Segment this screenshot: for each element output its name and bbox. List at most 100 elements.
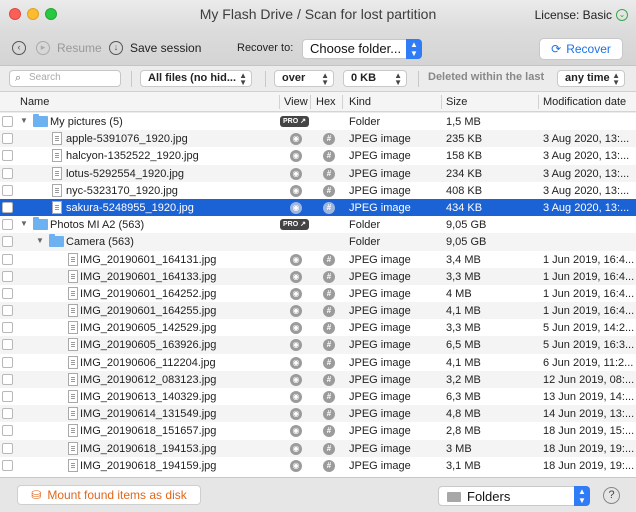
- hex-icon[interactable]: #: [323, 287, 335, 300]
- help-button[interactable]: ?: [603, 487, 620, 504]
- mount-as-disk-button[interactable]: ⛁ Mount found items as disk: [17, 485, 201, 505]
- row-checkbox[interactable]: [2, 305, 13, 317]
- row-checkbox[interactable]: [2, 253, 13, 265]
- eye-icon[interactable]: ◉: [290, 167, 302, 180]
- column-view[interactable]: View: [284, 96, 308, 108]
- size-operator-select[interactable]: over ▲ ▼: [274, 70, 334, 87]
- row-checkbox[interactable]: [2, 167, 13, 179]
- column-hex[interactable]: Hex: [316, 96, 336, 108]
- eye-icon[interactable]: ◉: [290, 133, 302, 146]
- table-row[interactable]: IMG_20190601_164131.jpg ◉ # JPEG image 3,4 M…: [0, 251, 636, 268]
- table-row[interactable]: IMG_20190601_164255.jpg ◉ # JPEG image 4,1 M…: [0, 302, 636, 320]
- eye-icon[interactable]: ◉: [290, 356, 302, 369]
- column-kind[interactable]: Kind: [349, 96, 371, 108]
- back-icon[interactable]: ‹: [12, 41, 26, 55]
- table-row[interactable]: IMG_20190606_112204.jpg ◉ # JPEG image 4,1 M…: [0, 354, 636, 371]
- hex-icon[interactable]: #: [323, 270, 335, 283]
- table-row[interactable]: IMG_20190613_140329.jpg ◉ # JPEG image 6,3 M…: [0, 388, 636, 405]
- column-divider[interactable]: [279, 95, 280, 109]
- row-checkbox[interactable]: [2, 133, 13, 145]
- folder-row[interactable]: ▼ Camera (563) Folder 9,05 GB: [0, 233, 636, 251]
- hex-icon[interactable]: #: [323, 150, 335, 163]
- chevron-down-icon[interactable]: ⌄: [616, 9, 628, 21]
- row-checkbox[interactable]: [2, 201, 13, 213]
- row-checkbox[interactable]: [2, 236, 13, 248]
- recover-button[interactable]: ⟳ Recover: [539, 38, 623, 60]
- table-row[interactable]: IMG_20190618_194159.jpg ◉ # JPEG image 3,1 M…: [0, 457, 636, 474]
- column-divider[interactable]: [441, 95, 442, 109]
- table-row[interactable]: lotus-5292554_1920.jpg ◉ # JPEG image 234 KB…: [0, 164, 636, 182]
- table-row[interactable]: IMG_20190605_142529.jpg ◉ # JPEG image 3,3 M…: [0, 319, 636, 336]
- search-input[interactable]: ⌕ Search: [9, 70, 121, 87]
- eye-icon[interactable]: ◉: [290, 442, 302, 455]
- license-status[interactable]: License: Basic ⌄: [535, 8, 628, 22]
- table-row[interactable]: IMG_20190605_163926.jpg ◉ # JPEG image 6,5 M…: [0, 336, 636, 354]
- table-row[interactable]: IMG_20190618_194153.jpg ◉ # JPEG image 3 MB 1…: [0, 439, 636, 457]
- hex-icon[interactable]: #: [323, 408, 335, 421]
- column-divider[interactable]: [342, 95, 343, 109]
- hex-icon[interactable]: #: [323, 133, 335, 146]
- table-row[interactable]: sakura-5248955_1920.jpg ◉ # JPEG image 434 K…: [0, 198, 636, 217]
- table-row[interactable]: IMG_20190612_083123.jpg ◉ # JPEG image 3,2 M…: [0, 370, 636, 388]
- hex-icon[interactable]: #: [323, 305, 335, 318]
- hex-icon[interactable]: #: [323, 184, 335, 197]
- row-checkbox[interactable]: [2, 459, 13, 471]
- row-checkbox[interactable]: [2, 322, 13, 334]
- pro-badge[interactable]: PRO ↗: [280, 116, 309, 127]
- eye-icon[interactable]: ◉: [290, 459, 302, 472]
- row-checkbox[interactable]: [2, 184, 13, 196]
- table-row[interactable]: halcyon-1352522_1920.jpg ◉ # JPEG image 158 …: [0, 147, 636, 164]
- column-divider[interactable]: [310, 95, 311, 109]
- row-checkbox[interactable]: [2, 408, 13, 420]
- size-value-select[interactable]: 0 KB ▲ ▼: [343, 70, 407, 87]
- row-checkbox[interactable]: [2, 442, 13, 454]
- row-checkbox[interactable]: [2, 373, 13, 385]
- column-size[interactable]: Size: [446, 96, 467, 108]
- download-icon[interactable]: ↓: [109, 41, 123, 55]
- hex-icon[interactable]: #: [323, 339, 335, 352]
- column-modified[interactable]: Modification date: [543, 96, 626, 108]
- folder-row[interactable]: ▼ Photos MI A2 (563) PRO ↗ Folder 9,05 GB: [0, 216, 636, 233]
- hex-icon[interactable]: #: [323, 442, 335, 455]
- row-checkbox[interactable]: [2, 425, 13, 437]
- row-checkbox[interactable]: [2, 116, 13, 127]
- table-row[interactable]: nyc-5323170_1920.jpg ◉ # JPEG image 408 KB 3 …: [0, 182, 636, 199]
- pro-badge[interactable]: PRO ↗: [280, 219, 309, 231]
- eye-icon[interactable]: ◉: [290, 408, 302, 421]
- eye-icon[interactable]: ◉: [290, 305, 302, 318]
- row-checkbox[interactable]: [2, 150, 13, 162]
- row-checkbox[interactable]: [2, 219, 13, 231]
- hex-icon[interactable]: #: [323, 373, 335, 386]
- recover-destination-select[interactable]: Choose folder... ▲ ▼: [302, 39, 422, 59]
- eye-icon[interactable]: ◉: [290, 322, 302, 335]
- hex-icon[interactable]: #: [323, 425, 335, 438]
- eye-icon[interactable]: ◉: [290, 270, 302, 283]
- disclosure-triangle-icon[interactable]: ▼: [20, 116, 28, 125]
- hex-icon[interactable]: #: [323, 201, 335, 214]
- table-row[interactable]: IMG_20190601_164133.jpg ◉ # JPEG image 3,3 M…: [0, 267, 636, 285]
- eye-icon[interactable]: ◉: [290, 391, 302, 403]
- hex-icon[interactable]: #: [323, 459, 335, 472]
- eye-icon[interactable]: ◉: [290, 253, 302, 266]
- eye-icon[interactable]: ◉: [290, 150, 302, 163]
- view-mode-select[interactable]: Folders ▲ ▼: [438, 486, 590, 506]
- column-divider[interactable]: [538, 95, 539, 109]
- save-session-button[interactable]: Save session: [130, 41, 201, 55]
- table-row[interactable]: IMG_20190614_131549.jpg ◉ # JPEG image 4,8 M…: [0, 405, 636, 423]
- hex-icon[interactable]: #: [323, 167, 335, 180]
- folder-row[interactable]: ▼ My pictures (5) PRO ↗ Folder 1,5 MB: [0, 113, 636, 130]
- disclosure-triangle-icon[interactable]: ▼: [36, 236, 44, 245]
- table-row[interactable]: apple-5391076_1920.jpg ◉ # JPEG image 235 KB…: [0, 130, 636, 148]
- column-name[interactable]: Name: [20, 96, 49, 108]
- hex-icon[interactable]: #: [323, 391, 335, 403]
- file-type-filter[interactable]: All files (no hid... ▲ ▼: [140, 70, 252, 87]
- eye-icon[interactable]: ◉: [290, 373, 302, 386]
- hex-icon[interactable]: #: [323, 322, 335, 335]
- row-checkbox[interactable]: [2, 287, 13, 299]
- eye-icon[interactable]: ◉: [290, 339, 302, 352]
- row-checkbox[interactable]: [2, 339, 13, 351]
- row-checkbox[interactable]: [2, 270, 13, 282]
- row-checkbox[interactable]: [2, 356, 13, 368]
- eye-icon[interactable]: ◉: [290, 425, 302, 438]
- table-row[interactable]: IMG_20190618_151657.jpg ◉ # JPEG image 2,8 M…: [0, 422, 636, 439]
